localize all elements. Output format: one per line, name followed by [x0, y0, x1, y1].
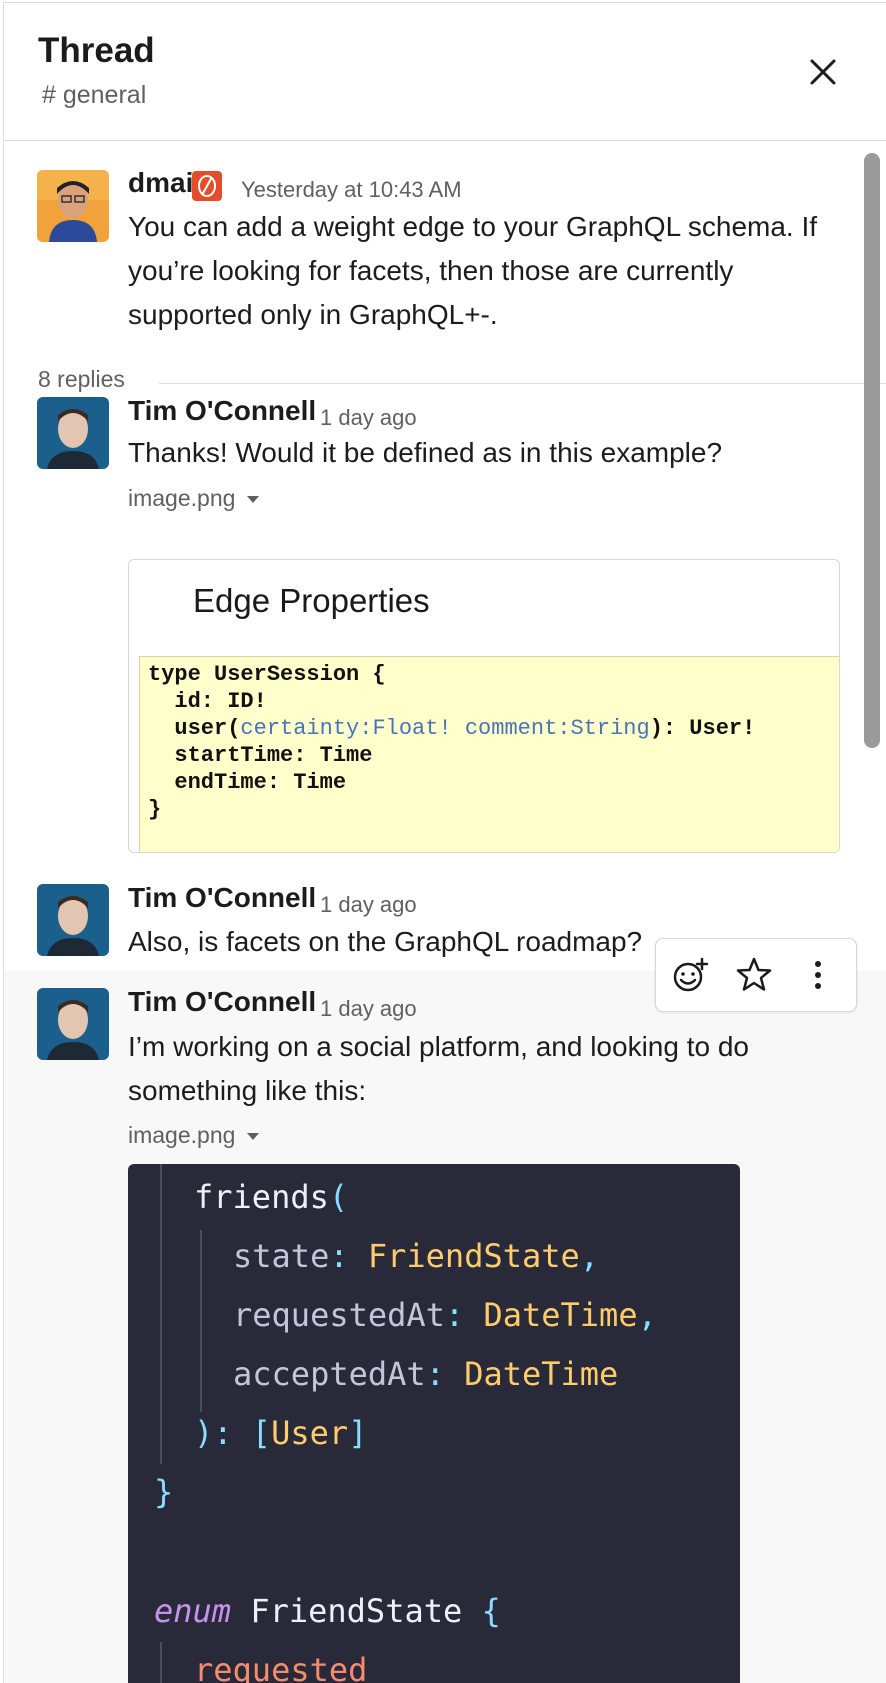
add-reaction-button[interactable] — [668, 953, 712, 997]
message-timestamp[interactable]: 1 day ago — [320, 892, 417, 918]
star-icon — [736, 957, 772, 991]
image-attachment[interactable]: Edge Properties type UserSession { id: I… — [128, 559, 840, 853]
message-timestamp[interactable]: 1 day ago — [320, 405, 417, 431]
message-text: Thanks! Would it be defined as in this e… — [128, 437, 723, 468]
add-reaction-icon — [673, 957, 709, 992]
thread-header: Thread # general — [4, 3, 886, 141]
avatar[interactable] — [37, 170, 109, 242]
message-author[interactable]: Tim O'Connell — [128, 882, 316, 914]
message-author[interactable]: Tim O'Connell — [128, 395, 316, 427]
message-text: You can add a weight edge to your GraphQ… — [128, 211, 818, 330]
thread-title: Thread — [38, 31, 155, 70]
indent-guide — [160, 1642, 162, 1683]
message-timestamp[interactable]: Yesterday at 10:43 AM — [241, 177, 462, 203]
thread-panel: Thread # general dmai Yesterday at 10:43… — [3, 2, 886, 1683]
scrollbar[interactable] — [864, 153, 880, 748]
status-badge-icon — [192, 171, 222, 201]
image-attachment[interactable]: friends( state: FriendState, requestedAt… — [128, 1164, 740, 1683]
more-actions-button[interactable] — [796, 953, 840, 997]
image-title: Edge Properties — [193, 582, 430, 619]
avatar[interactable] — [37, 397, 109, 469]
message-text: I’m working on a social platform, and lo… — [128, 1031, 749, 1106]
message-author[interactable]: dmai — [128, 167, 193, 199]
caret-down-icon — [247, 496, 260, 504]
message-timestamp[interactable]: 1 day ago — [320, 996, 417, 1022]
indent-guide — [200, 1230, 202, 1412]
image-code-block: type UserSession { id: ID! user(certaint… — [139, 656, 839, 852]
avatar[interactable] — [37, 884, 109, 956]
divider — [159, 383, 886, 384]
replies-count: 8 replies — [38, 366, 125, 392]
save-button[interactable] — [732, 953, 776, 997]
attachment-name: image.png — [128, 485, 236, 511]
attachment-toggle[interactable]: image.png — [128, 485, 260, 512]
caret-down-icon — [247, 1133, 260, 1141]
channel-link[interactable]: # general — [42, 81, 146, 110]
message-actions-toolbar — [655, 938, 857, 1012]
attachment-name: image.png — [128, 1122, 236, 1148]
close-button[interactable] — [802, 51, 844, 93]
close-icon — [810, 59, 836, 85]
attachment-toggle[interactable]: image.png — [128, 1122, 260, 1149]
more-vertical-icon — [815, 961, 821, 989]
message-author[interactable]: Tim O'Connell — [128, 986, 316, 1018]
indent-guide — [160, 1164, 162, 1464]
avatar[interactable] — [37, 988, 109, 1060]
